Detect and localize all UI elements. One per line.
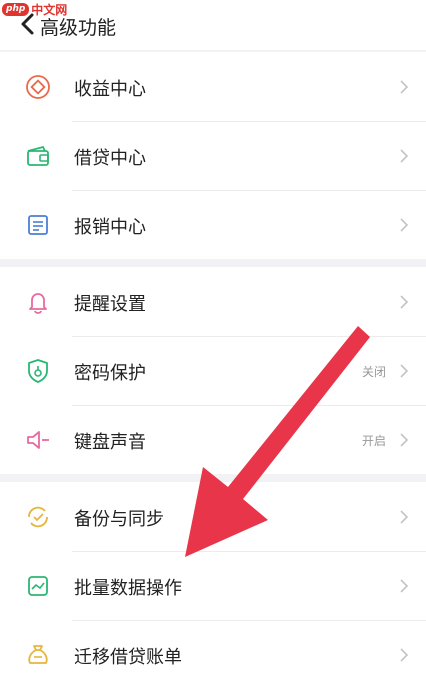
status-text: 开启 [361, 434, 386, 448]
speaker-icon [27, 431, 49, 449]
list-item-label: 迁移借贷账单 [74, 647, 182, 668]
coin-icon [26, 75, 50, 99]
list-item-keyboard-sound[interactable]: 键盘声音 开启 [0, 405, 426, 474]
bell-icon [29, 293, 47, 314]
settings-group-1: 收益中心 借贷中心 报销中心 [0, 52, 426, 259]
list-item-batch-data[interactable]: 批量数据操作 [0, 551, 426, 620]
chevron-right-icon [400, 80, 409, 94]
settings-group-2: 提醒设置 密码保护 关闭 键盘声音 开启 [0, 267, 426, 474]
list-item-label: 收益中心 [74, 79, 146, 100]
list-item-reimburse-center[interactable]: 报销中心 [0, 190, 426, 259]
list-item-label: 借贷中心 [74, 148, 146, 169]
chart-icon [28, 576, 48, 596]
list-item-label: 报销中心 [74, 217, 146, 238]
money-bag-icon [28, 645, 48, 664]
chevron-right-icon [400, 648, 409, 662]
status-text: 关闭 [361, 365, 386, 379]
chevron-right-icon [400, 433, 409, 447]
list-item-migrate-bills[interactable]: 迁移借贷账单 [0, 620, 426, 688]
list-item-reminder-settings[interactable]: 提醒设置 [0, 267, 426, 336]
chevron-right-icon [400, 218, 409, 232]
sync-check-icon [28, 506, 48, 528]
chevron-right-icon [400, 295, 409, 309]
chevron-right-icon [400, 364, 409, 378]
chevron-right-icon [400, 579, 409, 593]
list-item-label: 备份与同步 [74, 509, 164, 530]
shield-lock-icon [28, 359, 48, 383]
settings-group-3: 备份与同步 批量数据操作 迁移借贷账单 [0, 482, 426, 688]
chevron-right-icon [400, 510, 409, 524]
wallet-icon [27, 145, 49, 166]
list-item-password-protection[interactable]: 密码保护 关闭 [0, 336, 426, 405]
list-item-label: 密码保护 [74, 363, 146, 384]
list-item-label: 键盘声音 [74, 432, 146, 453]
list-item-loan-center[interactable]: 借贷中心 [0, 121, 426, 190]
list-item-label: 提醒设置 [74, 294, 146, 315]
receipt-icon [28, 215, 48, 235]
page-title: 高级功能 [40, 17, 117, 39]
chevron-right-icon [400, 149, 409, 163]
header-bar: php 中文网 高级功能 [0, 0, 426, 50]
back-chevron-icon[interactable] [18, 12, 38, 36]
list-item-income-center[interactable]: 收益中心 [0, 52, 426, 121]
list-item-label: 批量数据操作 [74, 578, 182, 599]
list-item-backup-sync[interactable]: 备份与同步 [0, 482, 426, 551]
